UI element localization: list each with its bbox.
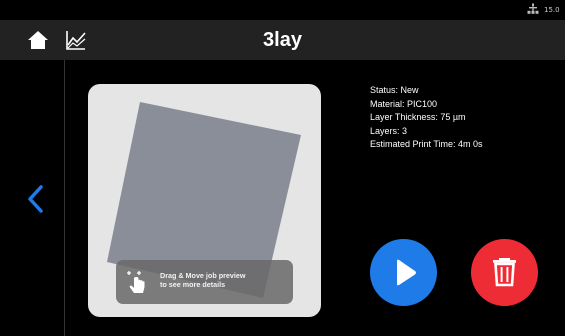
sidebar-divider	[64, 60, 65, 336]
drag-hint-line2: to see more details	[160, 280, 226, 289]
network-icon	[527, 3, 539, 14]
job-estimated-time: Estimated Print Time: 4m 0s	[370, 139, 483, 149]
hand-drag-icon	[127, 271, 145, 293]
header-bar: 3lay	[0, 20, 565, 60]
job-layer-thickness: Layer Thickness: 75 µm	[370, 112, 466, 122]
job-layers: Layers: 3	[370, 125, 408, 136]
drag-hint: Drag & Move job preview to see more deta…	[116, 260, 293, 304]
status-bar: 15.0	[0, 0, 565, 20]
job-material: Material: PIC100	[370, 98, 438, 109]
status-text: 15.0	[544, 6, 560, 14]
trash-icon	[493, 258, 516, 287]
delete-button[interactable]	[471, 239, 538, 306]
play-button[interactable]	[370, 239, 437, 306]
drag-hint-line1: Drag & Move job preview	[160, 271, 246, 280]
play-icon	[397, 259, 416, 286]
drag-hint-text: Drag & Move job preview to see more deta…	[160, 271, 290, 289]
job-preview-card[interactable]: Drag & Move job preview to see more deta…	[88, 84, 321, 317]
home-icon[interactable]	[26, 28, 50, 52]
chart-line-icon[interactable]	[64, 28, 88, 52]
job-status: Status: New	[370, 85, 419, 95]
job-info-panel: Status: New Material: PIC100 Layer Thick…	[370, 84, 560, 152]
chevron-left-icon[interactable]	[24, 182, 48, 216]
